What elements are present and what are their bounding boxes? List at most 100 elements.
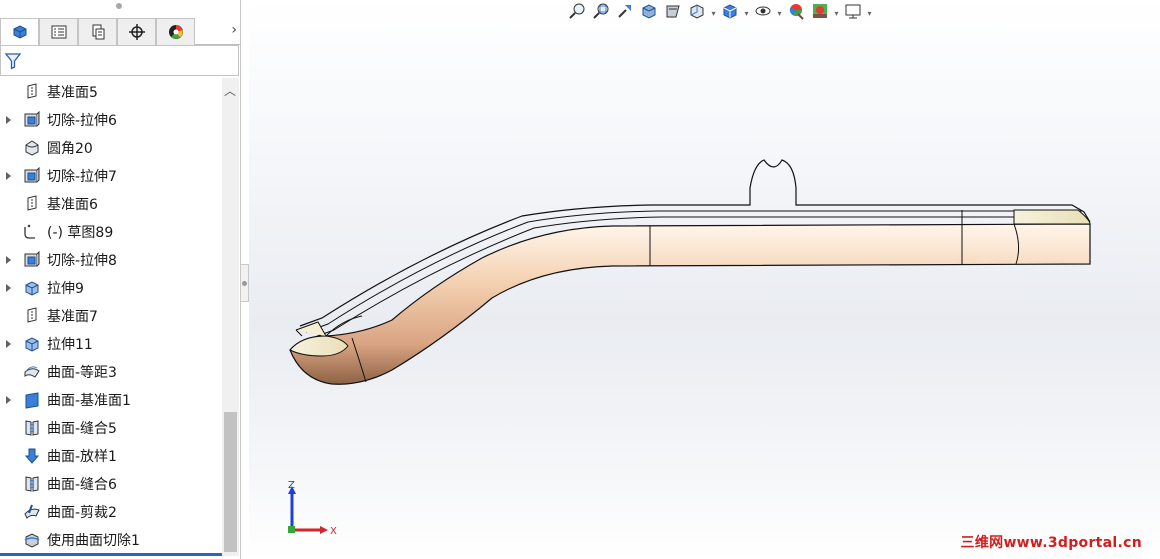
tree-item[interactable]: 曲面-基准面1 (0, 386, 222, 414)
previous-view-icon (616, 2, 634, 24)
panel-grip[interactable] (116, 3, 122, 9)
dynamic-annotation-button[interactable] (661, 2, 685, 24)
display-manager-icon (168, 25, 183, 39)
tree-item[interactable]: 切除-拉伸8 (0, 246, 222, 274)
chevron-down-icon[interactable]: ▾ (832, 2, 841, 24)
tree-item-label: 基准面6 (47, 197, 98, 213)
zoom-to-fit-icon (568, 2, 586, 24)
tree-item[interactable]: 曲面-放样1 (0, 442, 222, 470)
scroll-up-icon[interactable]: ︿ (224, 82, 236, 99)
surface-loft-icon (22, 446, 42, 466)
tree-item[interactable]: 基准面7 (0, 302, 222, 330)
view-orientation-button[interactable] (685, 2, 709, 24)
tree-item-label: 曲面-剪裁2 (47, 505, 117, 521)
plane-icon (22, 306, 42, 326)
tab-feature-manager[interactable] (0, 18, 39, 45)
tree-item[interactable]: 曲面-缝合6 (0, 470, 222, 498)
tree-item[interactable]: 曲面-缝合5 (0, 414, 222, 442)
property-manager-icon (51, 25, 66, 39)
display-style-button[interactable] (718, 2, 742, 24)
filter-icon (4, 53, 22, 70)
tree-item-label: 切除-拉伸7 (47, 169, 117, 185)
planar-surface-icon (22, 390, 42, 410)
tree-item-label: 曲面-等距3 (47, 365, 117, 381)
tree-item-label: 基准面5 (47, 85, 98, 101)
cut-extrude-icon (22, 110, 42, 130)
feature-tree: 基准面5 切除-拉伸6 圆角20 切除-拉伸7 基准面6 (-) 草图89 切除-拉伸8 拉伸… (0, 78, 222, 556)
feature-manager-icon (13, 25, 26, 39)
tree-item-label: 拉伸9 (47, 281, 84, 297)
section-view-icon (640, 2, 658, 24)
expand-arrow-icon[interactable] (6, 256, 11, 264)
tree-scrollbar[interactable]: ︿ (222, 78, 239, 556)
tree-item[interactable]: 使用曲面切除1 (0, 526, 222, 554)
edit-appearance-button[interactable] (784, 2, 808, 24)
watermark: 三维网www.3dportal.cn (960, 535, 1142, 551)
view-orientation-icon (688, 2, 706, 24)
tree-item[interactable]: 曲面-等距3 (0, 358, 222, 386)
tree-item[interactable]: 圆角20 (0, 134, 222, 162)
boss-extrude-icon (22, 278, 42, 298)
expand-arrow-icon[interactable] (6, 340, 11, 348)
cut-extrude-icon (22, 250, 42, 270)
tab-property-manager[interactable] (39, 18, 78, 45)
triad-x-label: X (330, 526, 337, 537)
tree-item-label: 切除-拉伸6 (47, 113, 117, 129)
section-view-button[interactable] (637, 2, 661, 24)
surface-cut-icon (22, 530, 42, 550)
configuration-manager-icon (92, 24, 104, 40)
tree-item-label: 基准面7 (47, 309, 98, 325)
tree-item[interactable]: 切除-拉伸7 (0, 162, 222, 190)
hide-show-items-button[interactable] (751, 2, 775, 24)
tree-item[interactable]: 拉伸11 (0, 330, 222, 358)
view-settings-button[interactable] (841, 2, 865, 24)
splitter-grip (242, 281, 247, 286)
tree-item[interactable]: 基准面6 (0, 190, 222, 218)
tree-item[interactable]: 切除-拉伸6 (0, 106, 222, 134)
expand-arrow-icon[interactable] (6, 116, 11, 124)
manager-tabs: › (0, 18, 241, 45)
zoom-to-fit-button[interactable] (565, 2, 589, 24)
panel-splitter[interactable] (241, 264, 249, 302)
plane-icon (22, 194, 42, 214)
dynamic-annotation-icon (664, 2, 682, 24)
rollback-bar[interactable] (0, 553, 222, 556)
tree-item-label: 使用曲面切除1 (47, 533, 140, 549)
apply-scene-button[interactable] (808, 2, 832, 24)
display-style-icon (721, 2, 739, 24)
tree-item[interactable]: 拉伸9 (0, 274, 222, 302)
tree-item[interactable]: 曲面-剪裁2 (0, 498, 222, 526)
tree-item-label: 切除-拉伸8 (47, 253, 117, 269)
heads-up-view-toolbar: ▾ ▾ ▾ ▾ ▾ (565, 2, 874, 24)
tree-item[interactable]: (-) 草图89 (0, 218, 222, 246)
tab-dimxpert-manager[interactable] (117, 18, 156, 45)
chevron-down-icon[interactable]: ▾ (742, 2, 751, 24)
cut-extrude-icon (22, 166, 42, 186)
plane-icon (22, 82, 42, 102)
previous-view-button[interactable] (613, 2, 637, 24)
expand-arrow-icon[interactable] (6, 172, 11, 180)
boss-extrude-icon (22, 334, 42, 354)
chevron-down-icon[interactable]: ▾ (709, 2, 718, 24)
tree-item-label: 拉伸11 (47, 337, 93, 353)
tab-configuration-manager[interactable] (78, 18, 117, 45)
surface-offset-icon (22, 362, 42, 382)
expand-arrow-icon[interactable] (6, 284, 11, 292)
chevron-down-icon[interactable]: ▾ (865, 2, 874, 24)
tree-item-label: 圆角20 (47, 141, 93, 157)
tree-item-label: 曲面-放样1 (47, 449, 117, 465)
feature-filter[interactable] (0, 45, 239, 76)
tab-display-manager[interactable] (156, 18, 195, 45)
fillet-icon (22, 138, 42, 158)
scroll-thumb[interactable] (224, 412, 237, 552)
zoom-to-area-icon (592, 2, 610, 24)
zoom-to-area-button[interactable] (589, 2, 613, 24)
expand-arrow-icon[interactable] (6, 396, 11, 404)
sketch-icon (22, 222, 42, 242)
tree-item-label: 曲面-基准面1 (47, 393, 131, 409)
view-settings-icon (844, 2, 862, 24)
tabs-scroll-right[interactable]: › (231, 22, 237, 38)
tree-item[interactable]: 基准面5 (0, 78, 222, 106)
chevron-down-icon[interactable]: ▾ (775, 2, 784, 24)
part-model[interactable] (282, 150, 1092, 390)
